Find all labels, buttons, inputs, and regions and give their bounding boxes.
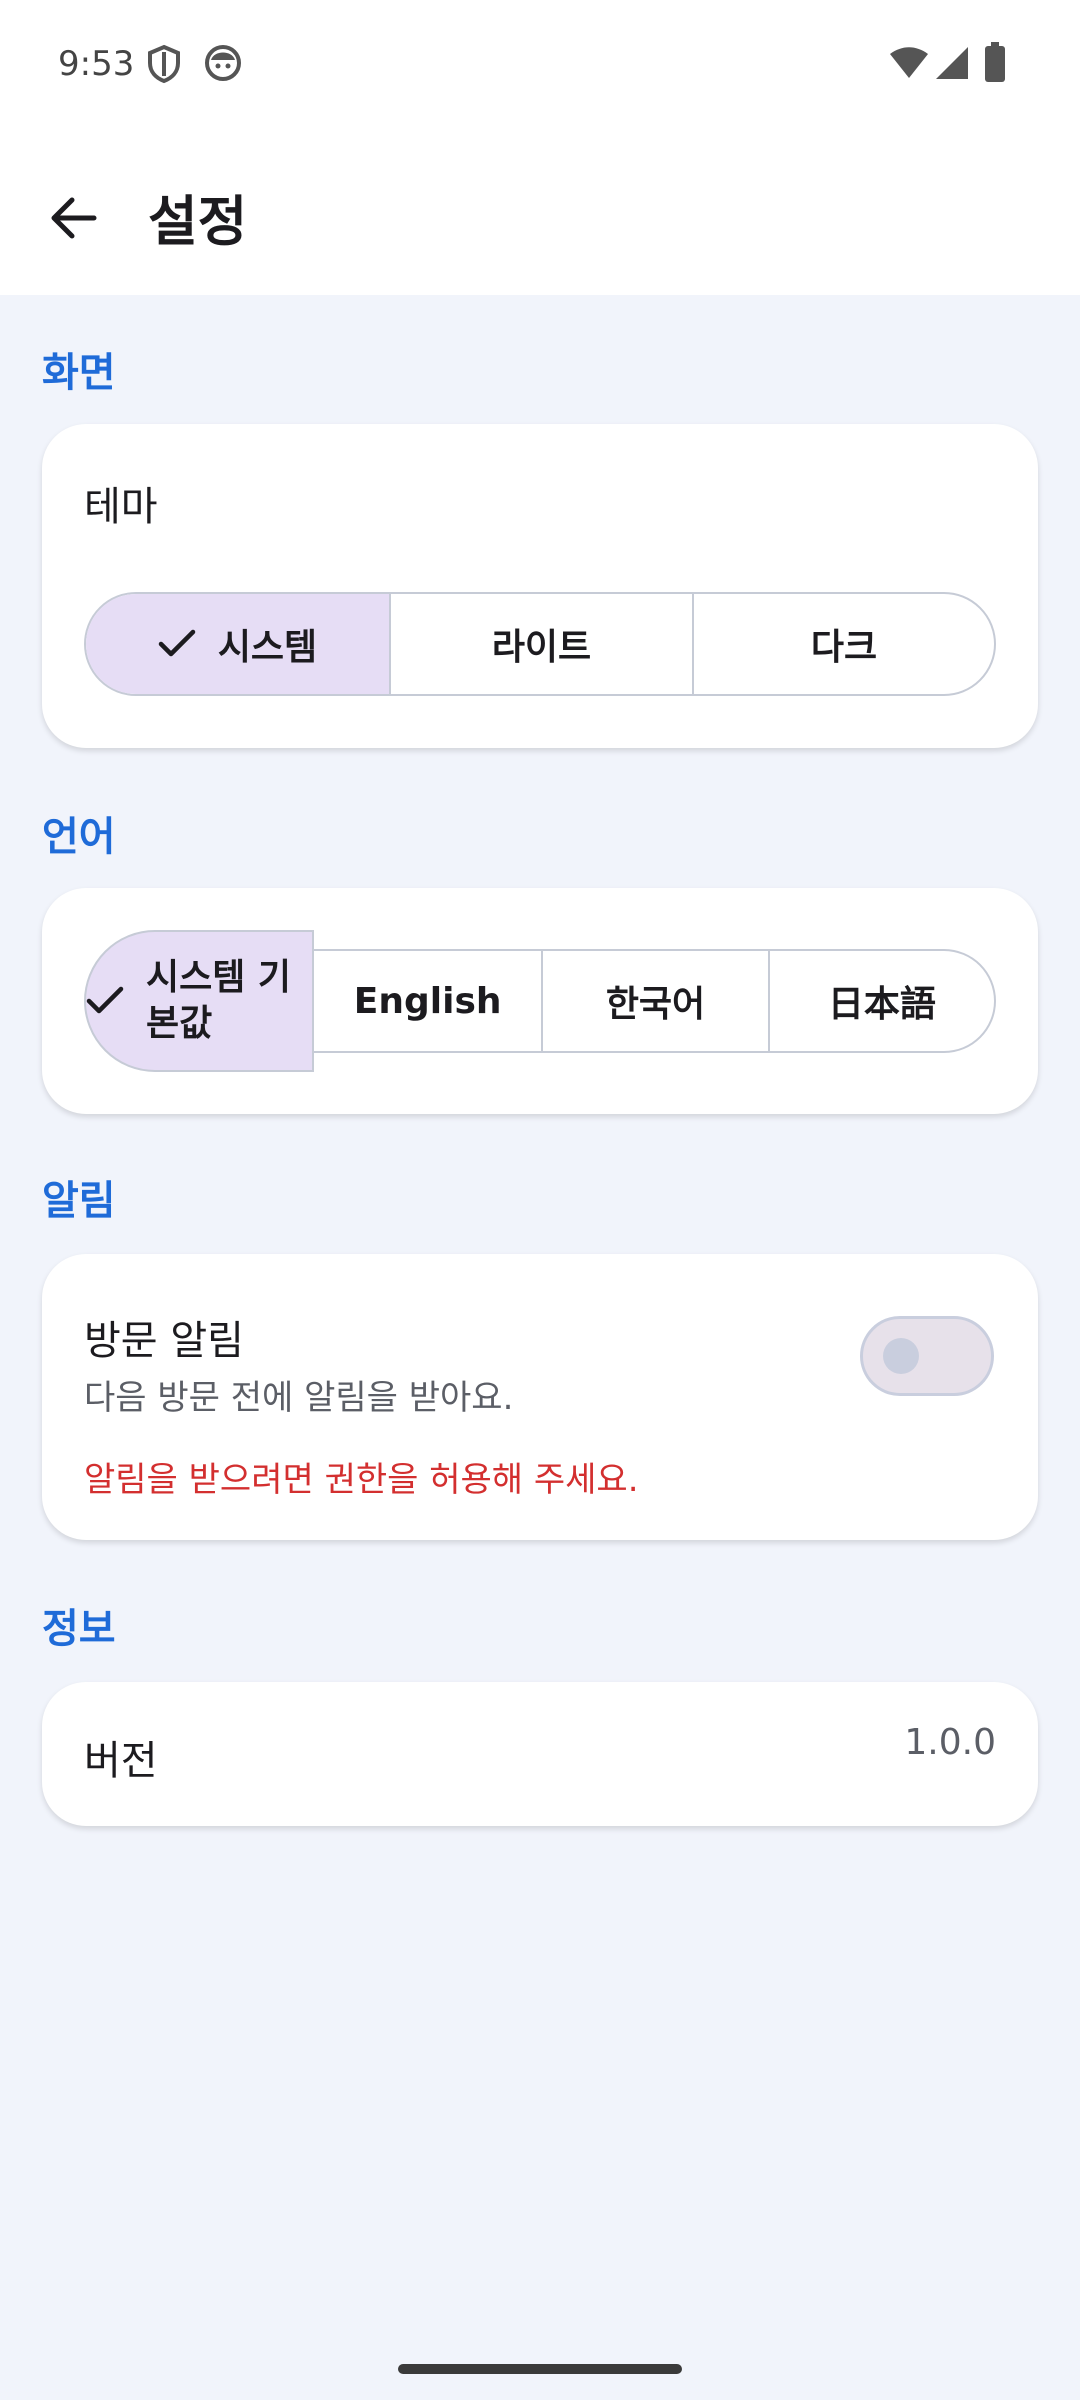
check-icon: [86, 986, 124, 1016]
section-label-language: 언어: [42, 814, 116, 860]
language-option-label: English: [353, 980, 502, 1022]
cellular-icon: [934, 46, 970, 84]
version-value: 1.0.0: [904, 1722, 996, 1763]
language-option-label: 日本語: [827, 984, 936, 1025]
language-option-label-line: 본값: [146, 1003, 213, 1044]
notification-card: 방문 알림 다음 방문 전에 알림을 받아요. 알림을 받으려면 권한을 허용해…: [42, 1254, 1038, 1540]
theme-card: 테마 시스템 라이트 다크: [42, 424, 1038, 748]
page-title: 설정: [148, 190, 248, 253]
language-option-label-line: 시스템 기: [146, 957, 292, 998]
language-option-system-default[interactable]: 시스템 기 본값: [84, 930, 314, 1072]
theme-segmented-control: 시스템 라이트 다크: [84, 592, 996, 696]
face-icon: [204, 44, 242, 86]
home-indicator[interactable]: [398, 2364, 682, 2374]
section-label-display: 화면: [42, 350, 116, 396]
language-options-group: English 한국어 日本語: [314, 949, 996, 1053]
visit-notification-toggle[interactable]: [860, 1316, 994, 1396]
theme-option-light[interactable]: 라이트: [389, 594, 692, 694]
language-option-label: 시스템 기 본값: [146, 955, 291, 1047]
battery-icon: [984, 42, 1006, 86]
theme-option-label: 다크: [810, 627, 878, 668]
language-segmented-control: 시스템 기 본값 English 한국어 日本語: [84, 930, 996, 1072]
language-card: 시스템 기 본값 English 한국어 日本語: [42, 888, 1038, 1114]
version-label: 버전: [84, 1738, 158, 1784]
theme-option-dark[interactable]: 다크: [692, 594, 994, 694]
visit-notification-description: 다음 방문 전에 알림을 받아요.: [84, 1378, 514, 1418]
section-label-info: 정보: [42, 1606, 116, 1652]
status-time: 9:53: [58, 44, 135, 84]
theme-title: 테마: [84, 484, 158, 530]
language-option-korean[interactable]: 한국어: [541, 951, 767, 1051]
version-card: 버전 1.0.0: [42, 1682, 1038, 1826]
shield-icon: [146, 44, 182, 88]
status-bar: 9:53: [0, 0, 1080, 130]
theme-option-system[interactable]: 시스템: [86, 594, 389, 694]
arrow-back-icon: [50, 196, 98, 244]
language-option-english[interactable]: English: [314, 951, 541, 1051]
wifi-icon: [888, 46, 930, 84]
app-bar: 설정: [0, 130, 1080, 295]
toggle-knob: [883, 1338, 919, 1374]
visit-notification-title: 방문 알림: [84, 1318, 244, 1364]
language-option-japanese[interactable]: 日本語: [767, 951, 994, 1051]
theme-option-label: 라이트: [491, 627, 592, 668]
language-option-label: 한국어: [605, 984, 706, 1025]
check-icon: [158, 629, 196, 659]
permission-warning: 알림을 받으려면 권한을 허용해 주세요.: [84, 1460, 639, 1500]
back-button[interactable]: [34, 180, 114, 260]
section-label-notifications: 알림: [42, 1178, 116, 1224]
theme-option-label: 시스템: [217, 627, 318, 668]
